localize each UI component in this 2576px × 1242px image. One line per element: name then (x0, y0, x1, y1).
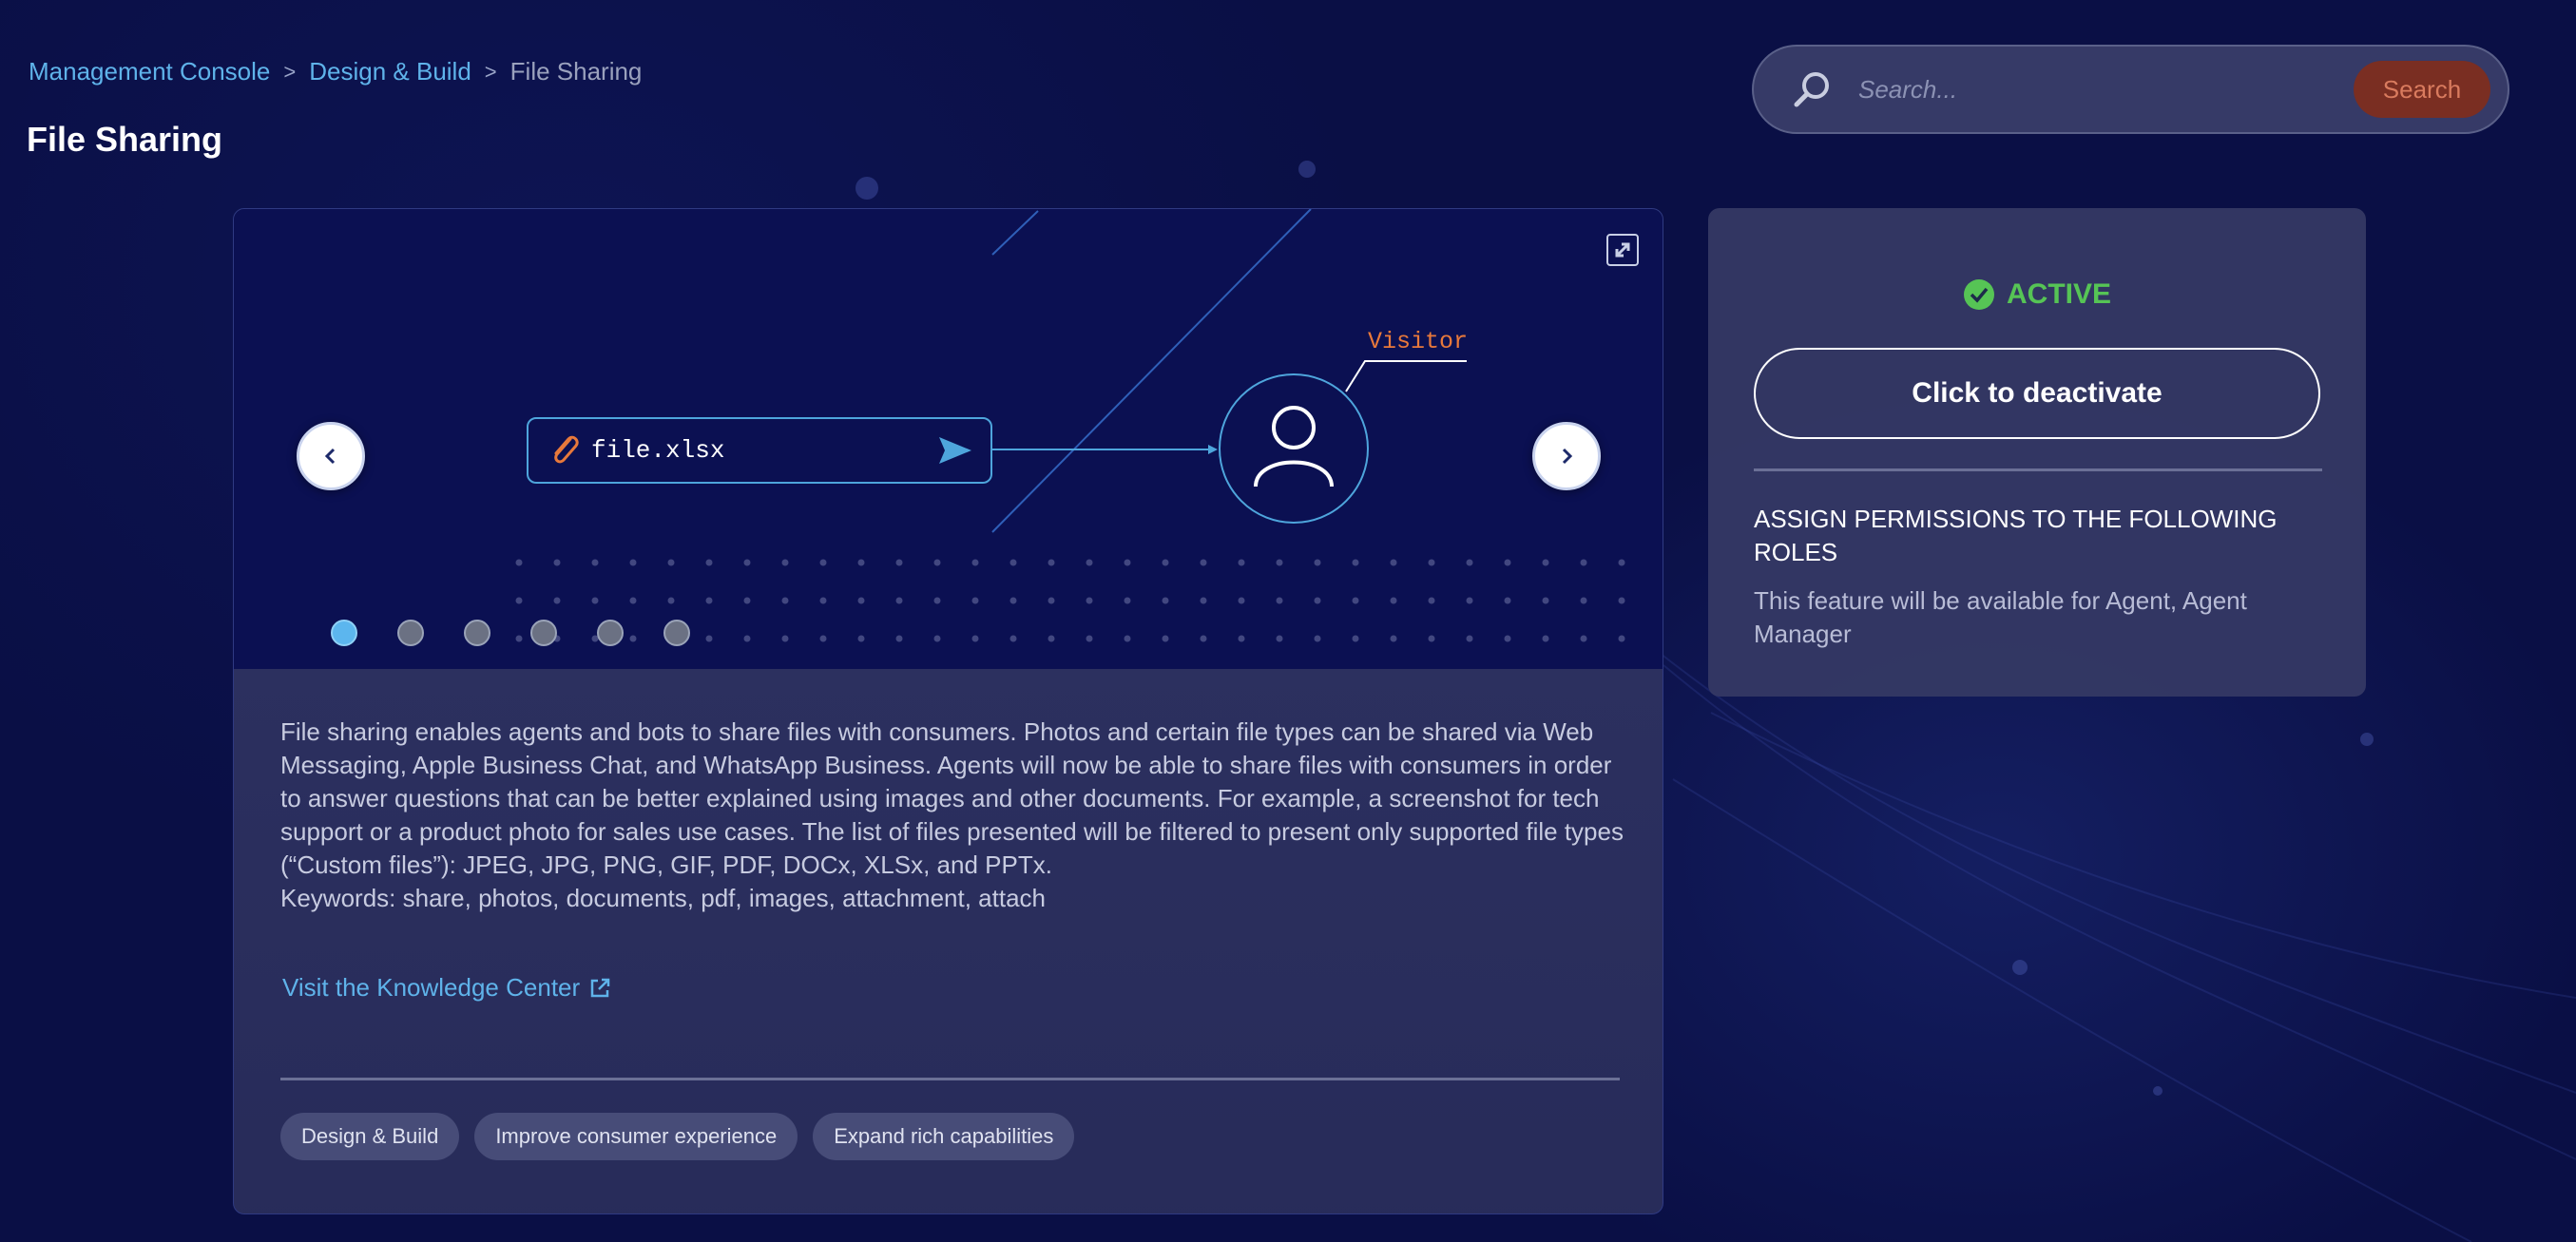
status-indicator: ACTIVE (1708, 278, 2366, 311)
carousel-dot-5[interactable] (597, 620, 624, 646)
breadcrumb: Management Console > Design & Build > Fi… (29, 57, 642, 86)
tag-improve-consumer-experience[interactable]: Improve consumer experience (474, 1113, 798, 1160)
file-name: file.xlsx (591, 436, 725, 465)
card-divider (280, 1078, 1620, 1080)
paperclip-icon (548, 431, 582, 469)
carousel-pagination (331, 620, 690, 646)
status-label: ACTIVE (2006, 278, 2111, 310)
permissions-heading: ASSIGN PERMISSIONS TO THE FOLLOWING ROLE… (1754, 505, 2278, 566)
knowledge-center-link[interactable]: Visit the Knowledge Center (282, 973, 612, 1003)
status-divider (1754, 468, 2322, 471)
page-title: File Sharing (27, 120, 223, 159)
keywords-text: Keywords: share, photos, documents, pdf,… (280, 884, 1046, 912)
carousel-dot-4[interactable] (530, 620, 557, 646)
check-circle-icon (1963, 278, 1995, 311)
carousel-dot-6[interactable] (663, 620, 690, 646)
carousel-prev-button[interactable] (297, 422, 365, 490)
knowledge-center-label: Visit the Knowledge Center (282, 973, 581, 1002)
carousel-dot-1[interactable] (331, 620, 357, 646)
search-icon (1788, 66, 1836, 113)
carousel-dot-3[interactable] (464, 620, 490, 646)
external-link-icon (587, 976, 612, 1001)
feature-tags: Design & Build Improve consumer experien… (280, 1113, 1075, 1160)
tag-design-build[interactable]: Design & Build (280, 1113, 460, 1160)
expand-icon[interactable] (1606, 234, 1639, 266)
carousel-dot-2[interactable] (397, 620, 424, 646)
search-button[interactable]: Search (2354, 61, 2490, 118)
search-bar: Search (1752, 45, 2509, 134)
carousel-next-button[interactable] (1532, 422, 1601, 490)
feature-carousel: file.xlsx Visitor (234, 209, 1663, 669)
visitor-label: Visitor (1368, 328, 1469, 355)
breadcrumb-current: File Sharing (509, 57, 643, 86)
description-text: File sharing enables agents and bots to … (280, 717, 1624, 879)
breadcrumb-management-console[interactable]: Management Console (29, 57, 270, 86)
permissions-text: This feature will be available for Agent… (1754, 586, 2247, 648)
search-input[interactable] (1856, 73, 2354, 105)
file-message-pill: file.xlsx (527, 417, 992, 484)
send-icon (937, 435, 973, 466)
feature-card: file.xlsx Visitor File sharing enables a… (233, 208, 1663, 1214)
deactivate-button[interactable]: Click to deactivate (1754, 348, 2320, 439)
breadcrumb-design-build[interactable]: Design & Build (309, 57, 471, 86)
breadcrumb-separator: > (484, 59, 497, 84)
chevron-left-icon (319, 445, 342, 468)
breadcrumb-separator: > (283, 59, 297, 84)
tag-expand-rich-capabilities[interactable]: Expand rich capabilities (813, 1113, 1075, 1160)
feature-description: File sharing enables agents and bots to … (280, 716, 1630, 915)
chevron-right-icon (1555, 445, 1578, 468)
status-card: ACTIVE Click to deactivate ASSIGN PERMIS… (1708, 208, 2366, 697)
